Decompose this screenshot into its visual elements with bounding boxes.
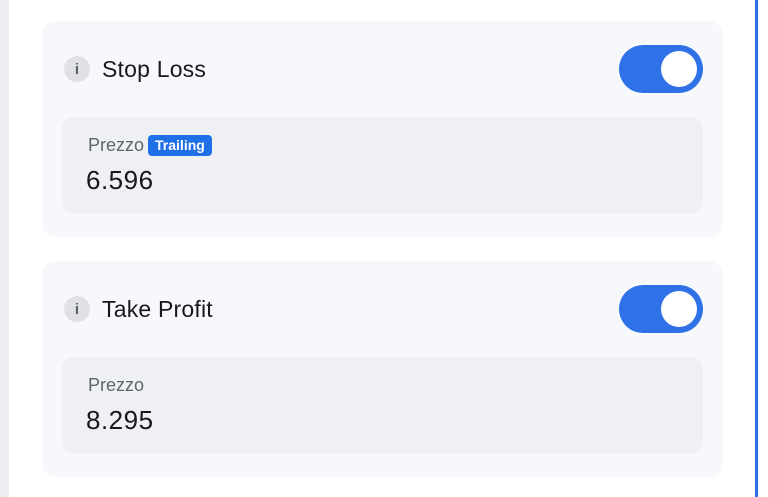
stop-loss-card: i Stop Loss Prezzo Trailing 6.596 [42,21,723,237]
stop-loss-toggle[interactable] [619,45,703,93]
order-panel: i Stop Loss Prezzo Trailing 6.596 i Take… [0,0,768,497]
toggle-knob [661,51,697,87]
take-profit-price-value[interactable]: 8.295 [86,405,154,436]
stop-loss-price-field[interactable]: Prezzo Trailing 6.596 [62,117,703,213]
stop-loss-price-label: Prezzo [88,135,145,155]
info-icon[interactable]: i [64,56,90,82]
right-margin [758,0,768,497]
info-icon[interactable]: i [64,296,90,322]
take-profit-toggle[interactable] [619,285,703,333]
stop-loss-title: Stop Loss [102,55,207,82]
take-profit-title: Take Profit [102,295,213,322]
left-divider [0,0,9,497]
take-profit-price-label: Prezzo [88,375,145,395]
toggle-knob [661,291,697,327]
stop-loss-header: i Stop Loss [64,45,703,93]
trailing-badge: Trailing [148,135,212,156]
take-profit-label-row: Prezzo [88,375,144,396]
take-profit-header: i Take Profit [64,285,703,333]
stop-loss-price-value[interactable]: 6.596 [86,165,154,196]
take-profit-price-field[interactable]: Prezzo 8.295 [62,357,703,453]
take-profit-card: i Take Profit Prezzo 8.295 [42,261,723,477]
stop-loss-label-row: Prezzo Trailing [88,135,212,156]
